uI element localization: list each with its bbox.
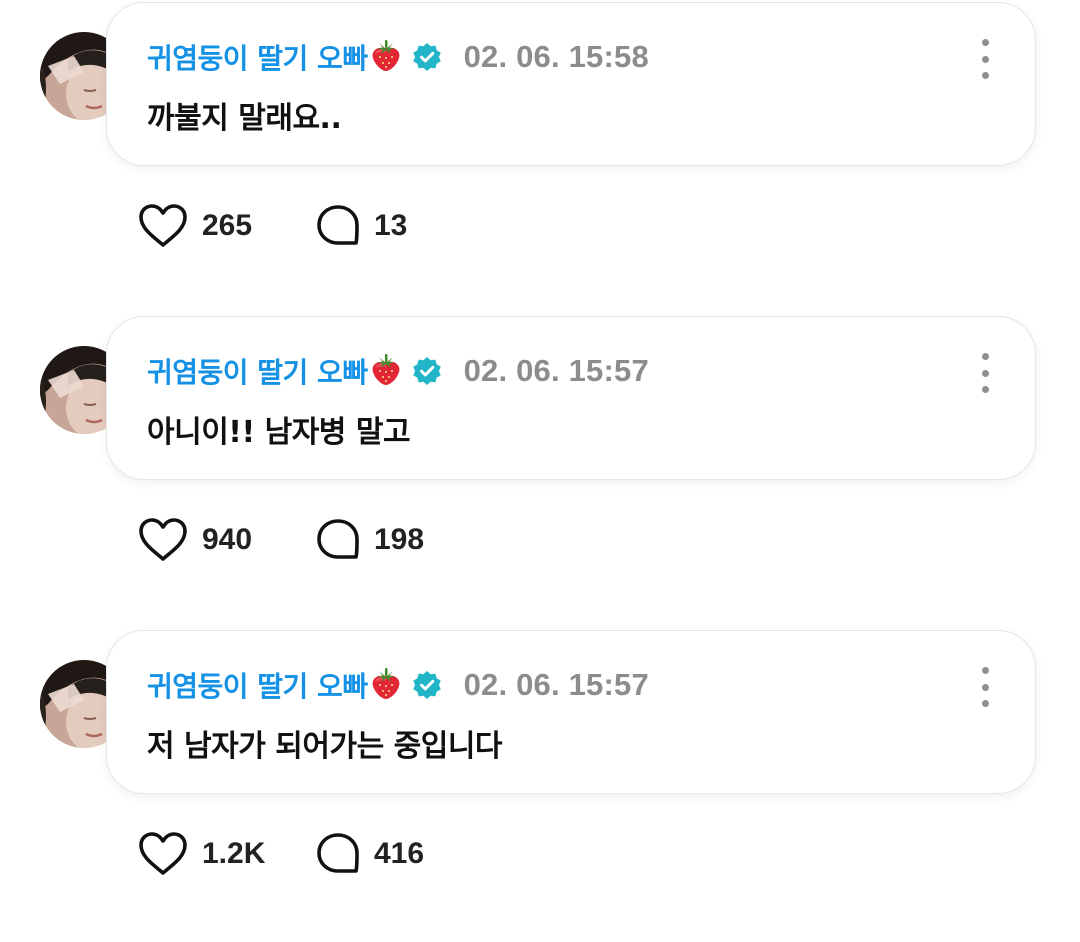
comment-text: 저 남자가 되어가는 중입니다 [147, 729, 503, 764]
heart-outline-icon [139, 832, 187, 875]
post-header: 귀염둥이 딸기 오빠 [147, 665, 649, 705]
verified-badge-icon [412, 670, 442, 700]
more-options-icon[interactable] [973, 667, 997, 707]
strawberry-icon [370, 38, 402, 72]
post-actions: 1.2K 416 [138, 828, 424, 880]
more-options-icon[interactable] [973, 39, 997, 79]
comment-bubble: 귀염둥이 딸기 오빠 [106, 2, 1036, 166]
like-count: 940 [202, 523, 253, 556]
dot [981, 39, 989, 46]
dot [981, 55, 989, 63]
heart-outline-icon [139, 518, 187, 561]
speech-bubble-outline-icon [317, 519, 359, 559]
post-actions: 265 13 [138, 200, 407, 252]
post-timestamp: 02. 06. 15:57 [463, 667, 649, 702]
comment-post: 귀염둥이 딸기 오빠 [0, 314, 1080, 628]
post-header: 귀염둥이 딸기 오빠 [147, 351, 649, 391]
more-options-icon[interactable] [973, 353, 997, 393]
speech-bubble-outline-icon [317, 833, 359, 873]
dot [981, 683, 989, 691]
author-name[interactable]: 귀염둥이 딸기 오빠 [147, 665, 368, 705]
strawberry-icon [370, 352, 402, 386]
comment-button[interactable]: 416 [316, 832, 424, 876]
comment-button[interactable]: 13 [316, 204, 407, 248]
post-timestamp: 02. 06. 15:58 [463, 39, 649, 74]
like-button[interactable]: 940 [138, 517, 316, 563]
comment-text: 아니이!! 남자병 말고 [147, 415, 411, 450]
like-count: 265 [202, 209, 253, 242]
like-button[interactable]: 1.2K [138, 831, 316, 877]
dot [981, 353, 989, 360]
like-button[interactable]: 265 [138, 203, 316, 249]
dot [981, 369, 989, 377]
comment-bubble: 귀염둥이 딸기 오빠 [106, 316, 1036, 480]
post-timestamp: 02. 06. 15:57 [463, 353, 649, 388]
like-count: 1.2K [202, 837, 266, 870]
heart-outline-icon [139, 204, 187, 247]
dot [981, 700, 989, 707]
dot [981, 386, 989, 393]
comment-count: 198 [374, 523, 425, 556]
comment-count: 13 [374, 209, 408, 242]
comment-text: 까불지 말래요.. [147, 101, 342, 136]
comment-button[interactable]: 198 [316, 518, 424, 562]
comment-post: 귀염둥이 딸기 오빠 [0, 0, 1080, 314]
comment-bubble: 귀염둥이 딸기 오빠 [106, 630, 1036, 794]
comment-post: 귀염둥이 딸기 오빠 [0, 628, 1080, 942]
verified-badge-icon [412, 42, 442, 72]
post-actions: 940 198 [138, 514, 424, 566]
comment-count: 416 [374, 837, 425, 870]
verified-badge-icon [412, 356, 442, 386]
post-header: 귀염둥이 딸기 오빠 [147, 37, 649, 77]
dot [981, 72, 989, 79]
strawberry-icon [370, 666, 402, 700]
speech-bubble-outline-icon [317, 205, 359, 245]
author-name[interactable]: 귀염둥이 딸기 오빠 [147, 37, 368, 77]
author-name[interactable]: 귀염둥이 딸기 오빠 [147, 351, 368, 391]
dot [981, 667, 989, 674]
